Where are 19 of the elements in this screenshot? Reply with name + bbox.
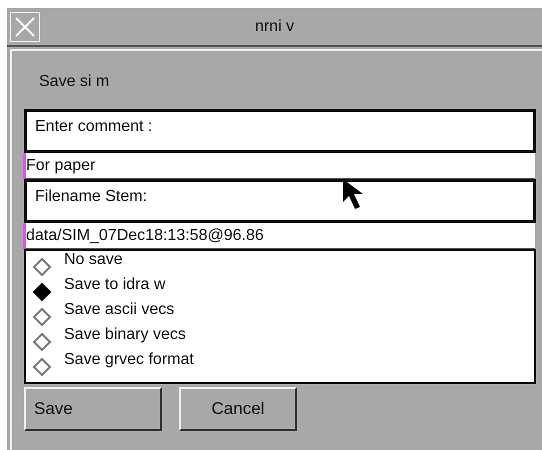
- radio-option[interactable]: Save grvec format: [32, 351, 528, 376]
- field-label: Filename Stem:: [35, 188, 148, 206]
- comment-field[interactable]: For paper: [23, 153, 535, 179]
- save-button[interactable]: Save: [24, 387, 162, 431]
- radio-option[interactable]: Save to idra w: [32, 276, 528, 301]
- cancel-button[interactable]: Cancel: [179, 387, 297, 431]
- radio-selected-icon[interactable]: [32, 282, 52, 302]
- filename-field[interactable]: data/SIM_07Dec18:13:58@96.86: [23, 223, 535, 249]
- close-button[interactable]: [10, 12, 40, 42]
- radio-icon[interactable]: [32, 357, 52, 377]
- radio-icon[interactable]: [32, 307, 52, 327]
- field-label: Enter comment :: [35, 118, 152, 136]
- window-title: nrni v: [254, 18, 294, 36]
- radio-icon[interactable]: [32, 257, 52, 277]
- dialog-heading: Save si m: [39, 73, 110, 92]
- radio-option[interactable]: Save ascii vecs: [32, 301, 528, 326]
- radio-icon[interactable]: [32, 332, 52, 352]
- radio-option[interactable]: Save binary vecs: [32, 326, 528, 351]
- radio-option[interactable]: No save: [32, 251, 528, 276]
